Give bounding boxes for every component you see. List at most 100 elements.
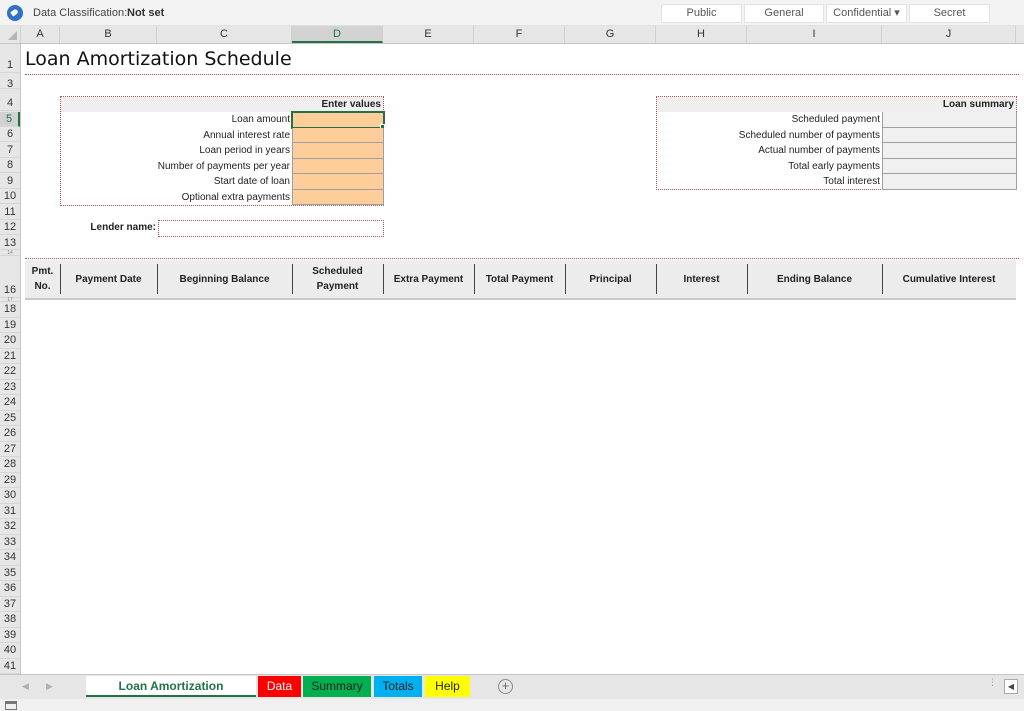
- column-header-a[interactable]: A: [21, 26, 60, 43]
- row-header-25[interactable]: 25: [0, 411, 20, 426]
- page-layout-icon[interactable]: [5, 701, 17, 710]
- plus-circle-icon[interactable]: +: [498, 679, 513, 694]
- row-header-39[interactable]: 39: [0, 628, 20, 643]
- header-separator: [882, 264, 883, 294]
- row-header-7[interactable]: 7: [0, 143, 20, 158]
- enter-field-input[interactable]: [291, 111, 385, 129]
- enter-field-label: Number of payments per year: [157, 160, 290, 172]
- column-header-i[interactable]: I: [747, 26, 882, 43]
- next-sheet-icon[interactable]: ▶: [46, 681, 53, 692]
- general-button[interactable]: General: [744, 4, 824, 23]
- column-header-g[interactable]: G: [565, 26, 656, 43]
- row-header-11[interactable]: 11: [0, 205, 20, 220]
- enter-field-input[interactable]: [292, 127, 384, 143]
- row-header-26[interactable]: 26: [0, 426, 20, 442]
- excel-window: Data Classification: Not set Public Gene…: [0, 0, 1024, 711]
- row-header-38[interactable]: 38: [0, 612, 20, 628]
- sheet-tab-help[interactable]: Help: [425, 676, 470, 697]
- row-header-22[interactable]: 22: [0, 364, 20, 380]
- row-header-33[interactable]: 33: [0, 535, 20, 550]
- header-separator: [565, 264, 566, 294]
- row-header-41[interactable]: 41: [0, 659, 20, 674]
- column-principal[interactable]: Principal: [565, 260, 656, 298]
- summary-field-value[interactable]: [882, 158, 1017, 174]
- row-header-40[interactable]: 40: [0, 643, 20, 659]
- column-header-c[interactable]: C: [157, 26, 292, 43]
- prev-sheet-icon[interactable]: ◀: [22, 681, 29, 692]
- summary-field-value[interactable]: [882, 143, 1017, 159]
- enter-field-label: Annual interest rate: [203, 129, 290, 141]
- row-header-13[interactable]: 13: [0, 236, 20, 250]
- sheet-tab-totals[interactable]: Totals: [374, 676, 422, 697]
- column-header-b[interactable]: B: [60, 26, 157, 43]
- sheet-tab-loan-amortization-schedule[interactable]: Loan Amortization Schedule: [86, 676, 256, 711]
- amortization-table-header: Pmt. No. Payment Date Beginning Balance Sch…: [25, 260, 1016, 300]
- column-header-d[interactable]: D: [292, 26, 383, 43]
- secret-button[interactable]: Secret: [909, 4, 990, 23]
- summary-field-value[interactable]: [882, 127, 1017, 143]
- sheet-tab-summary[interactable]: Summary: [303, 676, 371, 697]
- row-header-9[interactable]: 9: [0, 174, 20, 189]
- row-header-20[interactable]: 20: [0, 333, 20, 349]
- row-header-12[interactable]: 12: [0, 220, 20, 235]
- column-extra-payment[interactable]: Extra Payment: [383, 260, 474, 298]
- row-header-29[interactable]: 29: [0, 473, 20, 488]
- column-payment-date[interactable]: Payment Date: [60, 260, 157, 298]
- row-header-3[interactable]: 3: [0, 79, 20, 90]
- row-header-23[interactable]: 23: [0, 380, 20, 395]
- row-header-5[interactable]: 5: [0, 112, 20, 127]
- triangle-left-icon[interactable]: ◀: [1004, 679, 1018, 694]
- header-separator: [656, 264, 657, 294]
- enter-field-input[interactable]: [292, 189, 384, 205]
- row-header-30[interactable]: 30: [0, 488, 20, 504]
- enter-field-input[interactable]: [292, 174, 384, 190]
- enter-field-label: Loan period in years: [199, 145, 290, 156]
- row-header-31[interactable]: 31: [0, 504, 20, 519]
- row-header-19[interactable]: 19: [0, 318, 20, 333]
- column-pmt-no[interactable]: Pmt. No.: [25, 260, 60, 298]
- select-all-button[interactable]: [0, 26, 21, 43]
- row-header-16[interactable]: 16: [0, 256, 20, 298]
- header-separator: [747, 264, 748, 294]
- row-header-36[interactable]: 36: [0, 581, 20, 597]
- enter-field-input[interactable]: [292, 143, 384, 159]
- enter-field-label: Loan amount: [231, 114, 290, 125]
- page-title: Loan Amortization Schedule: [25, 48, 292, 70]
- row-header-10[interactable]: 10: [0, 189, 20, 204]
- column-ending-balance[interactable]: Ending Balance: [747, 260, 882, 298]
- classification-value: Not set: [127, 7, 165, 19]
- row-header-6[interactable]: 6: [0, 127, 20, 142]
- worksheet-grid[interactable]: Loan Amortization Schedule Enter values …: [21, 44, 1024, 674]
- row-header-35[interactable]: 35: [0, 566, 20, 581]
- public-button[interactable]: Public: [661, 4, 742, 23]
- row-header-4[interactable]: 4: [0, 96, 20, 111]
- row-header-27[interactable]: 27: [0, 442, 20, 457]
- row-header-18[interactable]: 18: [0, 302, 20, 318]
- confidential-dropdown[interactable]: Confidential ▾: [826, 4, 907, 23]
- summary-field-label: Scheduled number of payments: [738, 129, 880, 141]
- column-header-f[interactable]: F: [474, 26, 565, 43]
- column-interest[interactable]: Interest: [656, 260, 747, 298]
- column-total-payment[interactable]: Total Payment: [474, 260, 565, 298]
- row-header-34[interactable]: 34: [0, 550, 20, 566]
- row-header-32[interactable]: 32: [0, 519, 20, 535]
- column-header-j[interactable]: J: [882, 26, 1016, 43]
- summary-field-value[interactable]: [882, 174, 1017, 190]
- column-header-h[interactable]: H: [656, 26, 747, 43]
- row-header-8[interactable]: 8: [0, 158, 20, 173]
- column-cumulative-interest[interactable]: Cumulative Interest: [882, 260, 1016, 298]
- lender-name-input[interactable]: [158, 220, 384, 237]
- column-header-e[interactable]: E: [383, 26, 474, 43]
- row-header-37[interactable]: 37: [0, 597, 20, 612]
- row-header-24[interactable]: 24: [0, 395, 20, 411]
- column-scheduled-payment[interactable]: Scheduled Payment: [292, 260, 383, 298]
- summary-field-value[interactable]: [882, 112, 1017, 128]
- row-header-28[interactable]: 28: [0, 457, 20, 473]
- sheet-tab-data[interactable]: Data: [258, 676, 301, 697]
- row-header-1[interactable]: 1: [0, 44, 20, 73]
- row-header-21[interactable]: 21: [0, 349, 20, 364]
- enter-field-input[interactable]: [292, 158, 384, 174]
- more-options-icon[interactable]: ⋮: [988, 678, 997, 687]
- tag-icon[interactable]: [7, 5, 23, 21]
- column-beginning-balance[interactable]: Beginning Balance: [157, 260, 292, 298]
